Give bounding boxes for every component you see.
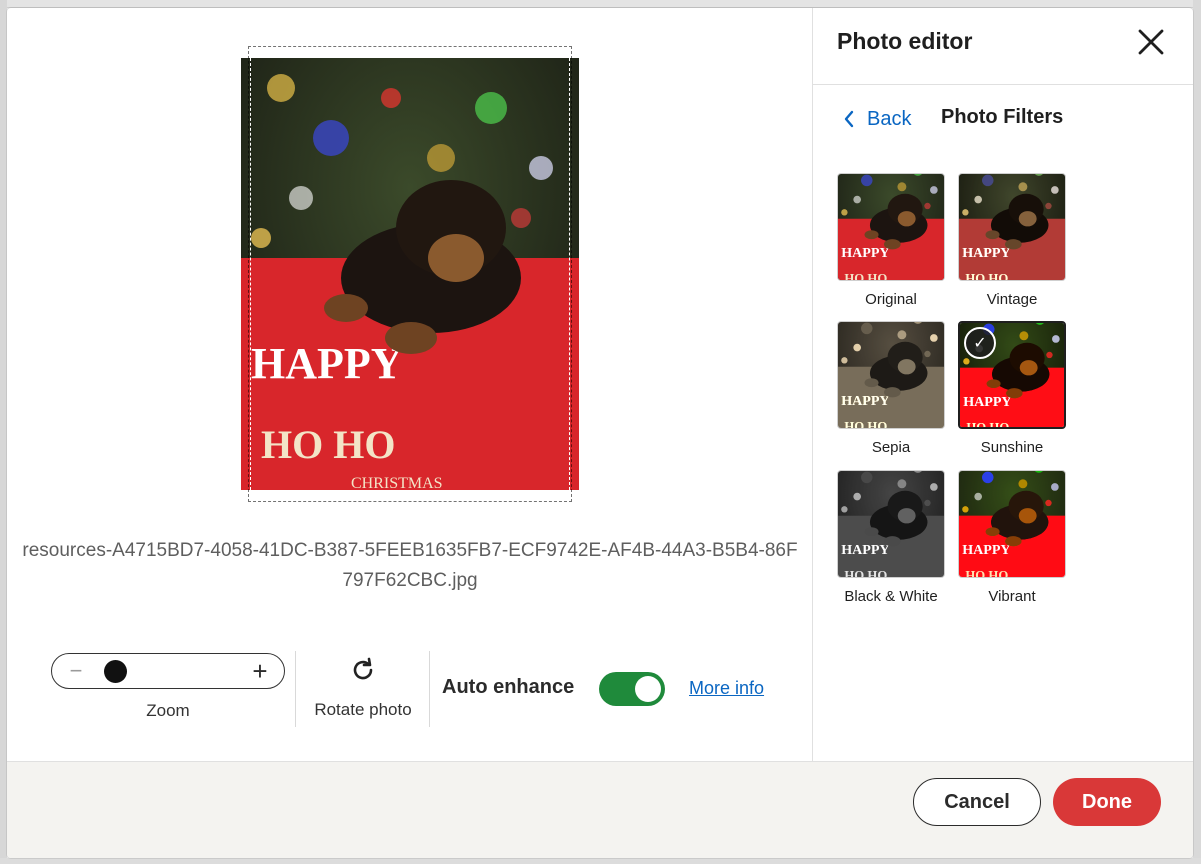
toggle-knob: [635, 676, 661, 702]
preview-pane: HAPPY HO HO CHRISTMAS resources-A4715BD7…: [7, 8, 813, 761]
checkmark-icon: ✓: [964, 327, 996, 359]
auto-enhance-label: Auto enhance: [442, 676, 575, 698]
filter-original[interactable]: HAPPY HO HO CHRISTMAS Original: [831, 173, 951, 308]
header-divider: [813, 84, 1193, 85]
background-bottom-edge: [0, 858, 1201, 864]
filter-label: Vintage: [986, 291, 1038, 308]
zoom-label: Zoom: [146, 701, 190, 720]
filter-black-white[interactable]: HAPPY HO HO CHRISTMAS Black & White: [831, 470, 951, 605]
rotate-photo-label: Rotate photo: [314, 700, 412, 719]
rotate-icon: [348, 655, 378, 685]
svg-text:CHRISTMAS: CHRISTMAS: [351, 475, 443, 490]
svg-text:HAPPY: HAPPY: [962, 542, 1010, 558]
svg-text:HAPPY: HAPPY: [841, 245, 889, 261]
auto-enhance-toggle[interactable]: [599, 672, 665, 706]
photo-image: HAPPY HO HO CHRISTMAS: [241, 58, 579, 490]
svg-text:HO HO: HO HO: [966, 421, 1009, 429]
filter-label: Sepia: [871, 439, 911, 456]
svg-text:HO HO: HO HO: [844, 272, 887, 281]
filter-preview-image: HAPPY HO HO CHRISTMAS: [838, 322, 944, 429]
background-left-edge: [0, 0, 7, 864]
zoom-out-icon[interactable]: −: [66, 658, 86, 684]
svg-text:HAPPY: HAPPY: [962, 245, 1010, 261]
filter-label: Sunshine: [980, 439, 1044, 456]
svg-text:HO HO: HO HO: [844, 420, 887, 429]
filter-sunshine[interactable]: HAPPY HO HO CHRISTMAS ✓ Sunshine: [952, 321, 1072, 456]
background-toolbar: [0, 0, 1201, 8]
filter-vibrant[interactable]: HAPPY HO HO CHRISTMAS Vibrant: [952, 470, 1072, 605]
cancel-button[interactable]: Cancel: [913, 778, 1041, 826]
zoom-slider-thumb[interactable]: [104, 660, 127, 683]
svg-text:HAPPY: HAPPY: [963, 394, 1011, 410]
filter-label: Black & White: [844, 588, 938, 605]
photo-filename: resources-A4715BD7-4058-41DC-B387-5FEEB1…: [22, 540, 798, 591]
filter-vintage[interactable]: HAPPY HO HO CHRISTMAS Vintage: [952, 173, 1072, 308]
close-button[interactable]: [1131, 22, 1171, 62]
photo-editor-dialog: HAPPY HO HO CHRISTMAS resources-A4715BD7…: [7, 8, 1193, 858]
svg-text:HAPPY: HAPPY: [841, 542, 889, 558]
zoom-slider[interactable]: − +: [51, 653, 285, 689]
filter-preview-image: HAPPY HO HO CHRISTMAS: [838, 471, 944, 578]
done-button[interactable]: Done: [1053, 778, 1161, 826]
filter-preview-image: HAPPY HO HO CHRISTMAS: [959, 471, 1065, 578]
controls-divider: [429, 651, 430, 727]
filter-sepia[interactable]: HAPPY HO HO CHRISTMAS Sepia: [831, 321, 951, 456]
svg-text:HO HO: HO HO: [261, 422, 395, 467]
filter-thumbnail: HAPPY HO HO CHRISTMAS ✓: [958, 321, 1066, 429]
filter-thumbnail: HAPPY HO HO CHRISTMAS: [958, 470, 1066, 578]
more-info-link[interactable]: More info: [689, 678, 764, 699]
filter-preview-image: HAPPY HO HO CHRISTMAS: [838, 174, 944, 281]
photo-preview: HAPPY HO HO CHRISTMAS: [241, 58, 579, 490]
dialog-title: Photo editor: [837, 28, 973, 54]
zoom-control: − + Zoom: [51, 653, 285, 721]
filter-thumbnail: HAPPY HO HO CHRISTMAS: [837, 321, 945, 429]
svg-text:HAPPY: HAPPY: [841, 393, 889, 409]
chevron-left-icon: [844, 110, 854, 128]
close-icon: [1138, 29, 1164, 55]
background-right-edge: [1193, 0, 1201, 864]
filter-thumbnail: HAPPY HO HO CHRISTMAS: [958, 173, 1066, 281]
controls-divider: [295, 651, 296, 727]
filter-thumbnail: HAPPY HO HO CHRISTMAS: [837, 173, 945, 281]
filter-label: Original: [865, 291, 917, 308]
back-label: Back: [867, 107, 912, 130]
photo-crop-area[interactable]: HAPPY HO HO CHRISTMAS: [241, 46, 579, 502]
filter-label: Vibrant: [988, 588, 1036, 605]
rotate-photo-button[interactable]: Rotate photo: [297, 653, 429, 720]
filters-pane: Photo editor Back Photo Filters HAPPY HO…: [813, 8, 1193, 761]
svg-text:HO HO: HO HO: [965, 569, 1008, 578]
svg-text:HAPPY: HAPPY: [251, 339, 403, 388]
back-button[interactable]: Back: [843, 104, 911, 134]
svg-text:HO HO: HO HO: [844, 569, 887, 578]
svg-text:HO HO: HO HO: [965, 272, 1008, 281]
filter-preview-image: HAPPY HO HO CHRISTMAS: [959, 174, 1065, 281]
filters-title: Photo Filters: [941, 106, 1064, 128]
zoom-in-icon[interactable]: +: [250, 656, 270, 687]
filter-thumbnail: HAPPY HO HO CHRISTMAS: [837, 470, 945, 578]
